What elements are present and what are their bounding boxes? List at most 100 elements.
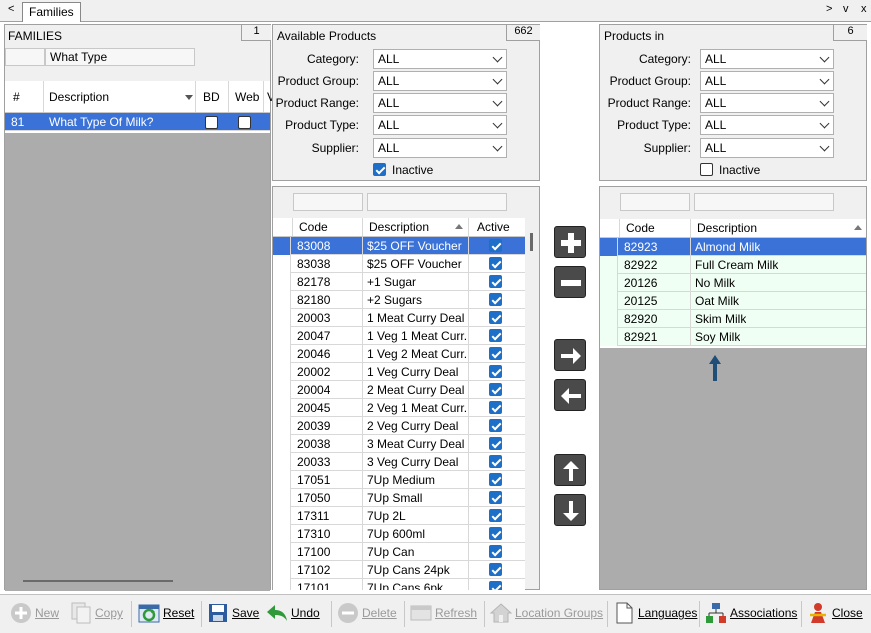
move-left-button[interactable] (554, 379, 586, 411)
row-active-checkbox[interactable] (489, 419, 502, 432)
close-button[interactable]: Close (807, 601, 863, 625)
tab-scroll-right-button[interactable]: > (826, 3, 832, 15)
row-header[interactable] (273, 525, 291, 543)
row-active-checkbox[interactable] (489, 329, 502, 342)
row-header[interactable] (273, 561, 291, 579)
families-scrollbar[interactable] (23, 580, 173, 582)
row-header[interactable] (273, 255, 291, 273)
table-row[interactable]: 17101 7Up Cans 6pk (273, 579, 525, 590)
table-row[interactable]: 20045 2 Veg 1 Meat Curr... (273, 399, 525, 417)
row-header[interactable] (273, 381, 291, 399)
table-row[interactable]: 20038 3 Meat Curry Deal (273, 435, 525, 453)
row-header[interactable] (600, 238, 618, 256)
row-header[interactable] (273, 273, 291, 291)
row-header[interactable] (273, 435, 291, 453)
available-product-type-select[interactable]: ALL (373, 115, 507, 135)
row-active-checkbox[interactable] (489, 239, 502, 252)
row-header[interactable] (273, 363, 291, 381)
row-header[interactable] (600, 310, 618, 328)
families-row-bd-checkbox[interactable] (205, 116, 218, 129)
table-row[interactable]: 17100 7Up Can (273, 543, 525, 561)
available-scrollbar[interactable] (530, 233, 533, 251)
row-header[interactable] (273, 237, 291, 255)
products-in-product-type-select[interactable]: ALL (700, 115, 834, 135)
available-col-description[interactable]: Description (365, 218, 429, 236)
row-header[interactable] (273, 471, 291, 489)
move-right-button[interactable] (554, 339, 586, 371)
table-row[interactable]: 20004 2 Meat Curry Deal (273, 381, 525, 399)
table-row[interactable]: 83008 $25 OFF Voucher (273, 237, 525, 255)
row-header[interactable] (600, 328, 618, 346)
undo-button[interactable]: Undo (266, 601, 320, 625)
table-row[interactable]: 17311 7Up 2L (273, 507, 525, 525)
table-row[interactable]: 82178 +1 Sugar (273, 273, 525, 291)
row-active-checkbox[interactable] (489, 275, 502, 288)
copy-button[interactable]: Copy (70, 601, 123, 625)
products-in-col-code[interactable]: Code (622, 219, 655, 237)
table-row[interactable]: 17050 7Up Small (273, 489, 525, 507)
row-active-checkbox[interactable] (489, 365, 502, 378)
delete-button[interactable]: Delete (337, 601, 397, 625)
table-row[interactable]: 82920 Skim Milk (600, 310, 866, 328)
table-row[interactable]: 83038 $25 OFF Voucher (273, 255, 525, 273)
row-active-checkbox[interactable] (489, 455, 502, 468)
row-active-checkbox[interactable] (489, 383, 502, 396)
products-in-product-group-select[interactable]: ALL (700, 71, 834, 91)
products-in-product-range-select[interactable]: ALL (700, 93, 834, 113)
table-row[interactable]: 17310 7Up 600ml (273, 525, 525, 543)
row-header[interactable] (600, 256, 618, 274)
available-inactive-checkbox[interactable] (373, 163, 386, 176)
row-active-checkbox[interactable] (489, 473, 502, 486)
save-button[interactable]: Save (207, 601, 259, 625)
tab-scroll-left-button[interactable]: < (8, 3, 14, 15)
associations-button[interactable]: Associations (705, 601, 797, 625)
row-active-checkbox[interactable] (489, 401, 502, 414)
products-in-code-filter[interactable] (620, 193, 690, 211)
available-product-group-select[interactable]: ALL (373, 71, 507, 91)
table-row[interactable]: 17102 7Up Cans 24pk (273, 561, 525, 579)
table-row[interactable]: 20003 1 Meat Curry Deal (273, 309, 525, 327)
row-header[interactable] (600, 274, 618, 292)
families-col-bd[interactable]: BD (199, 88, 220, 106)
row-header[interactable] (273, 327, 291, 345)
products-in-description-filter[interactable] (694, 193, 834, 211)
available-col-active[interactable]: Active (473, 218, 510, 236)
languages-button[interactable]: Languages (613, 601, 697, 625)
add-button[interactable] (554, 226, 586, 258)
tab-families[interactable]: Families (22, 2, 81, 22)
row-header[interactable] (273, 291, 291, 309)
table-row[interactable]: 20125 Oat Milk (600, 292, 866, 310)
products-in-category-select[interactable]: ALL (700, 49, 834, 69)
families-col-web[interactable]: Web (231, 88, 259, 106)
move-up-button[interactable] (554, 454, 586, 486)
row-header[interactable] (273, 507, 291, 525)
row-active-checkbox[interactable] (489, 257, 502, 270)
row-header[interactable] (273, 345, 291, 363)
table-row[interactable]: 20039 2 Veg Curry Deal (273, 417, 525, 435)
row-header[interactable] (273, 543, 291, 561)
row-header[interactable] (600, 292, 618, 310)
available-code-filter[interactable] (293, 193, 363, 211)
families-col-num[interactable]: # (9, 88, 20, 106)
available-col-code[interactable]: Code (295, 218, 328, 236)
row-header[interactable] (273, 309, 291, 327)
table-row[interactable]: 20047 1 Veg 1 Meat Curr... (273, 327, 525, 345)
table-row[interactable]: 82922 Full Cream Milk (600, 256, 866, 274)
table-row[interactable]: 17051 7Up Medium (273, 471, 525, 489)
row-active-checkbox[interactable] (489, 491, 502, 504)
refresh-button[interactable]: Refresh (410, 601, 477, 625)
row-header[interactable] (273, 579, 291, 590)
available-product-range-select[interactable]: ALL (373, 93, 507, 113)
tab-list-button[interactable]: v (843, 3, 849, 15)
row-active-checkbox[interactable] (489, 563, 502, 576)
available-description-filter[interactable] (367, 193, 507, 211)
row-header[interactable] (273, 489, 291, 507)
new-button[interactable]: New (10, 601, 59, 625)
table-row[interactable]: 20002 1 Veg Curry Deal (273, 363, 525, 381)
row-active-checkbox[interactable] (489, 311, 502, 324)
table-row[interactable]: 20126 No Milk (600, 274, 866, 292)
remove-button[interactable] (554, 266, 586, 298)
tab-close-button[interactable]: x (861, 3, 867, 15)
families-col-description[interactable]: Description (45, 88, 109, 106)
row-active-checkbox[interactable] (489, 347, 502, 360)
